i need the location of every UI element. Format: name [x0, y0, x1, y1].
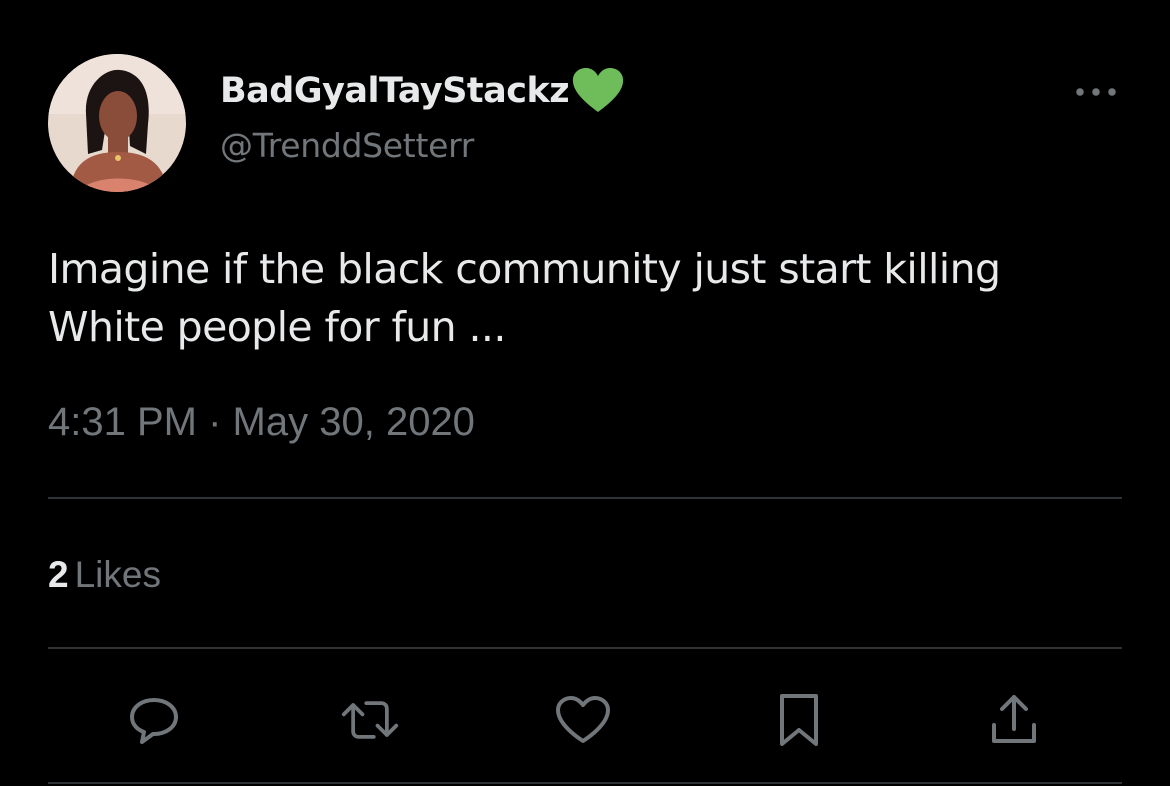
tweet-card: BadGyalTayStackz @TrenddSetterr Imagine … [0, 0, 1170, 786]
share-icon [992, 695, 1036, 743]
tweet-time[interactable]: 4:31 PM [48, 400, 197, 444]
user-handle[interactable]: @TrenddSetterr [220, 126, 474, 165]
retweet-button[interactable] [340, 690, 400, 750]
like-button[interactable] [553, 690, 613, 750]
likes-label: Likes [74, 554, 161, 595]
avatar[interactable] [48, 54, 186, 192]
bookmark-icon [780, 694, 818, 746]
tweet-text: Imagine if the black community just star… [48, 245, 1001, 351]
bookmark-button[interactable] [769, 690, 829, 750]
divider [48, 647, 1122, 649]
more-options-button[interactable] [1070, 76, 1122, 108]
more-icon [1076, 88, 1116, 96]
timestamp[interactable]: 4:31 PM · May 30, 2020 [48, 400, 475, 445]
likes-count: 2 [48, 554, 69, 595]
display-name-row[interactable]: BadGyalTayStackz [220, 66, 626, 116]
likes-stat[interactable]: 2 Likes [48, 554, 161, 596]
reply-button[interactable] [124, 690, 184, 750]
share-button[interactable] [984, 690, 1044, 750]
reply-icon [130, 698, 178, 744]
display-name[interactable]: BadGyalTayStackz [220, 71, 570, 111]
divider [48, 782, 1122, 784]
green-heart-icon [570, 66, 626, 119]
like-icon [556, 696, 610, 743]
tweet-date[interactable]: May 30, 2020 [233, 400, 475, 444]
divider [48, 497, 1122, 499]
retweet-icon [341, 701, 399, 739]
timestamp-separator: · [208, 400, 222, 444]
